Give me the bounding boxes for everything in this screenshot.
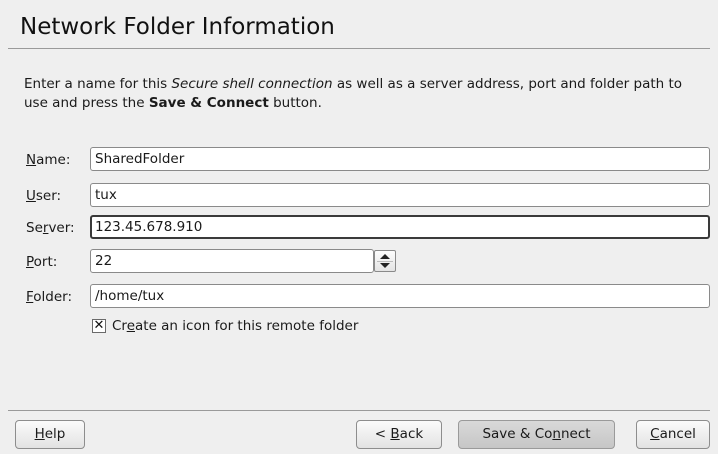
user-label: User: <box>26 188 62 204</box>
back-button[interactable]: < Back <box>356 420 442 449</box>
title-divider <box>8 48 710 49</box>
port-label: Port: <box>26 254 58 270</box>
user-input[interactable]: tux <box>90 183 710 207</box>
server-row: Server: 123.45.678.910 <box>0 215 718 241</box>
cancel-button[interactable]: Cancel <box>636 420 710 449</box>
port-spinner[interactable] <box>374 250 396 272</box>
help-button[interactable]: Help <box>15 420 85 449</box>
instructions-connection-type: Secure shell connection <box>171 76 333 92</box>
name-input[interactable]: SharedFolder <box>90 147 710 171</box>
spinner-divider <box>377 261 393 262</box>
port-input[interactable]: 22 <box>90 249 374 273</box>
instructions-part1: Enter a name for this <box>24 76 172 92</box>
name-label: Name: <box>26 152 71 168</box>
instructions-text: Enter a name for this Secure shell conne… <box>24 75 704 113</box>
button-bar-divider <box>8 410 710 411</box>
server-label: Server: <box>26 220 75 236</box>
spin-down-icon[interactable] <box>380 263 390 268</box>
name-row: Name: SharedFolder <box>0 147 718 173</box>
folder-label: Folder: <box>26 289 73 305</box>
server-input[interactable]: 123.45.678.910 <box>90 215 710 239</box>
instructions-button-name: Save & Connect <box>148 95 269 111</box>
save-connect-button[interactable]: Save & Connect <box>458 420 615 449</box>
port-row: Port: 22 <box>0 249 718 275</box>
instructions-part3: button. <box>268 95 322 111</box>
dialog-title: Network Folder Information <box>20 14 335 40</box>
create-icon-checkbox[interactable]: ✕ <box>92 319 106 333</box>
folder-input[interactable]: /home/tux <box>90 284 710 308</box>
spin-up-icon[interactable] <box>380 254 390 259</box>
create-icon-label[interactable]: Create an icon for this remote folder <box>112 318 358 334</box>
folder-row: Folder: /home/tux <box>0 284 718 310</box>
user-row: User: tux <box>0 183 718 209</box>
